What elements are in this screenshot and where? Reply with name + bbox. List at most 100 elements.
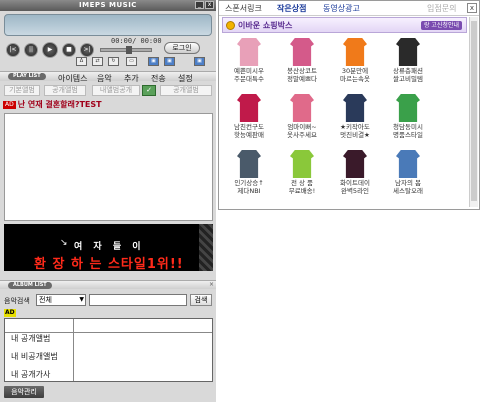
view-icon-2[interactable]: ▣ <box>164 57 175 66</box>
shop-scrollbar[interactable] <box>469 17 478 207</box>
menu-settings[interactable]: 설정 <box>178 73 193 84</box>
product-card[interactable]: 남친컨구도 핫능예판매 <box>224 94 274 152</box>
product-card[interactable]: 인기상승↑ 제다NBI <box>224 150 274 208</box>
shop-logo-icon <box>226 21 235 30</box>
tab-public-album-2[interactable]: 공개앨범 <box>160 85 212 96</box>
login-button[interactable]: 로그인 <box>164 42 200 54</box>
view-icon-1[interactable]: ▣ <box>148 57 159 66</box>
player-title-bar[interactable]: IMEPS MUSIC _ x <box>0 0 216 11</box>
ad-link-text[interactable]: 난 연재 결혼할래?TEST <box>18 100 102 109</box>
music-player-window: IMEPS MUSIC _ x 00:00/ 00:00 |< || ▶ ■ >… <box>0 0 216 402</box>
product-image[interactable] <box>343 38 367 66</box>
product-image[interactable] <box>290 94 314 122</box>
shop-tabs: 스폰서링크 작은상점 동영상광고 입점문의 x <box>219 1 479 16</box>
close-button[interactable]: x <box>205 1 214 9</box>
shopping-box-window: 스폰서링크 작은상점 동영상광고 입점문의 x 이바운 쇼핑박스 랑 고신청안내… <box>218 0 480 210</box>
album-tabs: 기본앨범 공개앨범 내앨범공개 ✓ 공개앨범 <box>0 84 216 97</box>
product-card[interactable]: 엄마이뻐~ 옷사주세요 <box>277 94 327 152</box>
menu-add[interactable]: 추가 <box>124 73 139 84</box>
pause-icon[interactable]: || <box>24 43 38 57</box>
album-item-public[interactable]: 내 공개앨범 <box>11 333 50 344</box>
product-name[interactable]: 인기상승↑ 제다NBI <box>224 179 274 195</box>
search-button[interactable]: 검색 <box>190 294 212 306</box>
product-name[interactable]: 엄마이뻐~ 옷사주세요 <box>277 123 327 139</box>
product-card[interactable]: 청담동미시 명품스타일 <box>383 94 433 152</box>
ad-badge: AD <box>3 101 16 109</box>
mini-mode-icon[interactable]: ▭ <box>126 57 137 66</box>
product-name[interactable]: 30분만에 마르는속옷 <box>330 67 380 83</box>
repeat-icon[interactable]: ↻ <box>108 57 119 66</box>
menu-music[interactable]: 음악 <box>97 73 112 84</box>
product-image[interactable] <box>343 94 367 122</box>
playlist-ad-line[interactable]: AD 난 연재 결혼할래?TEST <box>3 99 213 110</box>
product-image[interactable] <box>396 94 420 122</box>
view-icon-3[interactable]: ▣ <box>194 57 205 66</box>
product-card[interactable]: 전 상 품 무료배송! <box>277 150 327 208</box>
product-image[interactable] <box>290 38 314 66</box>
album-list-header: ALBUM LIST × <box>0 280 216 289</box>
apply-info-link[interactable]: 랑 고신청안내 <box>420 21 462 30</box>
album-list-close-icon[interactable]: × <box>209 281 214 289</box>
album-list-topbar <box>5 319 212 333</box>
product-card[interactable]: 봉산상코트 정말예쁘다 <box>277 38 327 96</box>
minimize-button[interactable]: _ <box>195 1 204 9</box>
shop-header: 이바운 쇼핑박스 랑 고신청안내 <box>222 17 467 33</box>
product-name[interactable]: 청담동미시 명품스타일 <box>383 123 433 139</box>
product-card[interactable]: 상류층패션 쌀고비밀템 <box>383 38 433 96</box>
eject-icon[interactable]: Δ <box>76 57 87 66</box>
chevron-down-icon: ▼ <box>79 296 84 303</box>
music-manage-button[interactable]: 음악관리 <box>4 386 44 398</box>
product-name[interactable]: 전 상 품 무료배송! <box>277 179 327 195</box>
product-card[interactable]: 예쁜미시우 주문대특수 <box>224 38 274 96</box>
product-image[interactable] <box>237 150 261 178</box>
tab-small-shop[interactable]: 작은상점 <box>277 3 306 14</box>
tab-video-ad[interactable]: 동영상광고 <box>323 3 360 14</box>
banner-arrow-icon: ↘ <box>60 238 68 248</box>
stop-icon[interactable]: ■ <box>62 43 76 57</box>
search-label: 음악검색 <box>4 297 30 305</box>
album-ad-badge[interactable]: AD <box>4 309 16 317</box>
shop-scroll-thumb[interactable] <box>471 21 477 201</box>
tab-sponsor-link[interactable]: 스폰서링크 <box>225 3 262 14</box>
product-name[interactable]: 봉산상코트 정말예쁘다 <box>277 67 327 83</box>
check-icon[interactable]: ✓ <box>142 85 156 96</box>
album-item-private[interactable]: 내 비공개앨범 <box>11 351 58 362</box>
product-name[interactable]: 남친컨구도 핫능예판매 <box>224 123 274 139</box>
next-icon[interactable]: >| <box>80 43 94 57</box>
product-card[interactable]: 화이트데이 완벽5라인 <box>330 150 380 208</box>
search-scope-select[interactable]: 전체 ▼ <box>36 294 86 306</box>
product-name[interactable]: 상류층패션 쌀고비밀템 <box>383 67 433 83</box>
product-image[interactable] <box>290 150 314 178</box>
play-icon[interactable]: ▶ <box>42 42 58 58</box>
tab-store-inquiry[interactable]: 입점문의 <box>427 3 456 14</box>
product-card[interactable]: ★키작아도 멋진비결★ <box>330 94 380 152</box>
product-image[interactable] <box>396 38 420 66</box>
product-name[interactable]: 남자의 봄 세스탈오래 <box>383 179 433 195</box>
volume-knob[interactable] <box>126 46 132 54</box>
product-image[interactable] <box>396 150 420 178</box>
product-name[interactable]: 예쁜미시우 주문대특수 <box>224 67 274 83</box>
product-card[interactable]: 남자의 봄 세스탈오래 <box>383 150 433 208</box>
tab-my-album-public[interactable]: 내앨범공개 <box>92 85 140 96</box>
product-image[interactable] <box>237 38 261 66</box>
tab-public-album[interactable]: 공개앨범 <box>44 85 86 96</box>
menu-items[interactable]: 아이템스 <box>58 73 87 84</box>
shuffle-icon[interactable]: ⇄ <box>92 57 103 66</box>
product-image[interactable] <box>237 94 261 122</box>
album-item-lyrics[interactable]: 내 공개가사 <box>11 369 50 380</box>
time-display: 00:00/ 00:00 <box>111 37 162 45</box>
album-list-box: 내 공개앨범 내 비공개앨범 내 공개가사 <box>4 318 213 382</box>
music-search-bar: 음악검색 전체 ▼ 검색 <box>0 293 216 307</box>
close-icon[interactable]: x <box>467 3 477 13</box>
product-image[interactable] <box>343 150 367 178</box>
product-name[interactable]: 화이트데이 완벽5라인 <box>330 179 380 195</box>
product-name[interactable]: ★키작아도 멋진비결★ <box>330 123 380 139</box>
search-input[interactable] <box>89 294 187 306</box>
playlist-area[interactable] <box>4 113 213 221</box>
ad-banner[interactable]: ↘ 여 자 들 이 환 장 하 는 스타일1위!! <box>4 224 213 271</box>
previous-icon[interactable]: |< <box>6 43 20 57</box>
tab-basic-album[interactable]: 기본앨범 <box>4 85 40 96</box>
product-card[interactable]: 30분만에 마르는속옷 <box>330 38 380 96</box>
menu-send[interactable]: 전송 <box>151 73 166 84</box>
playlist-menu: 아이템스 음악 추가 전송 설정 <box>0 73 216 84</box>
